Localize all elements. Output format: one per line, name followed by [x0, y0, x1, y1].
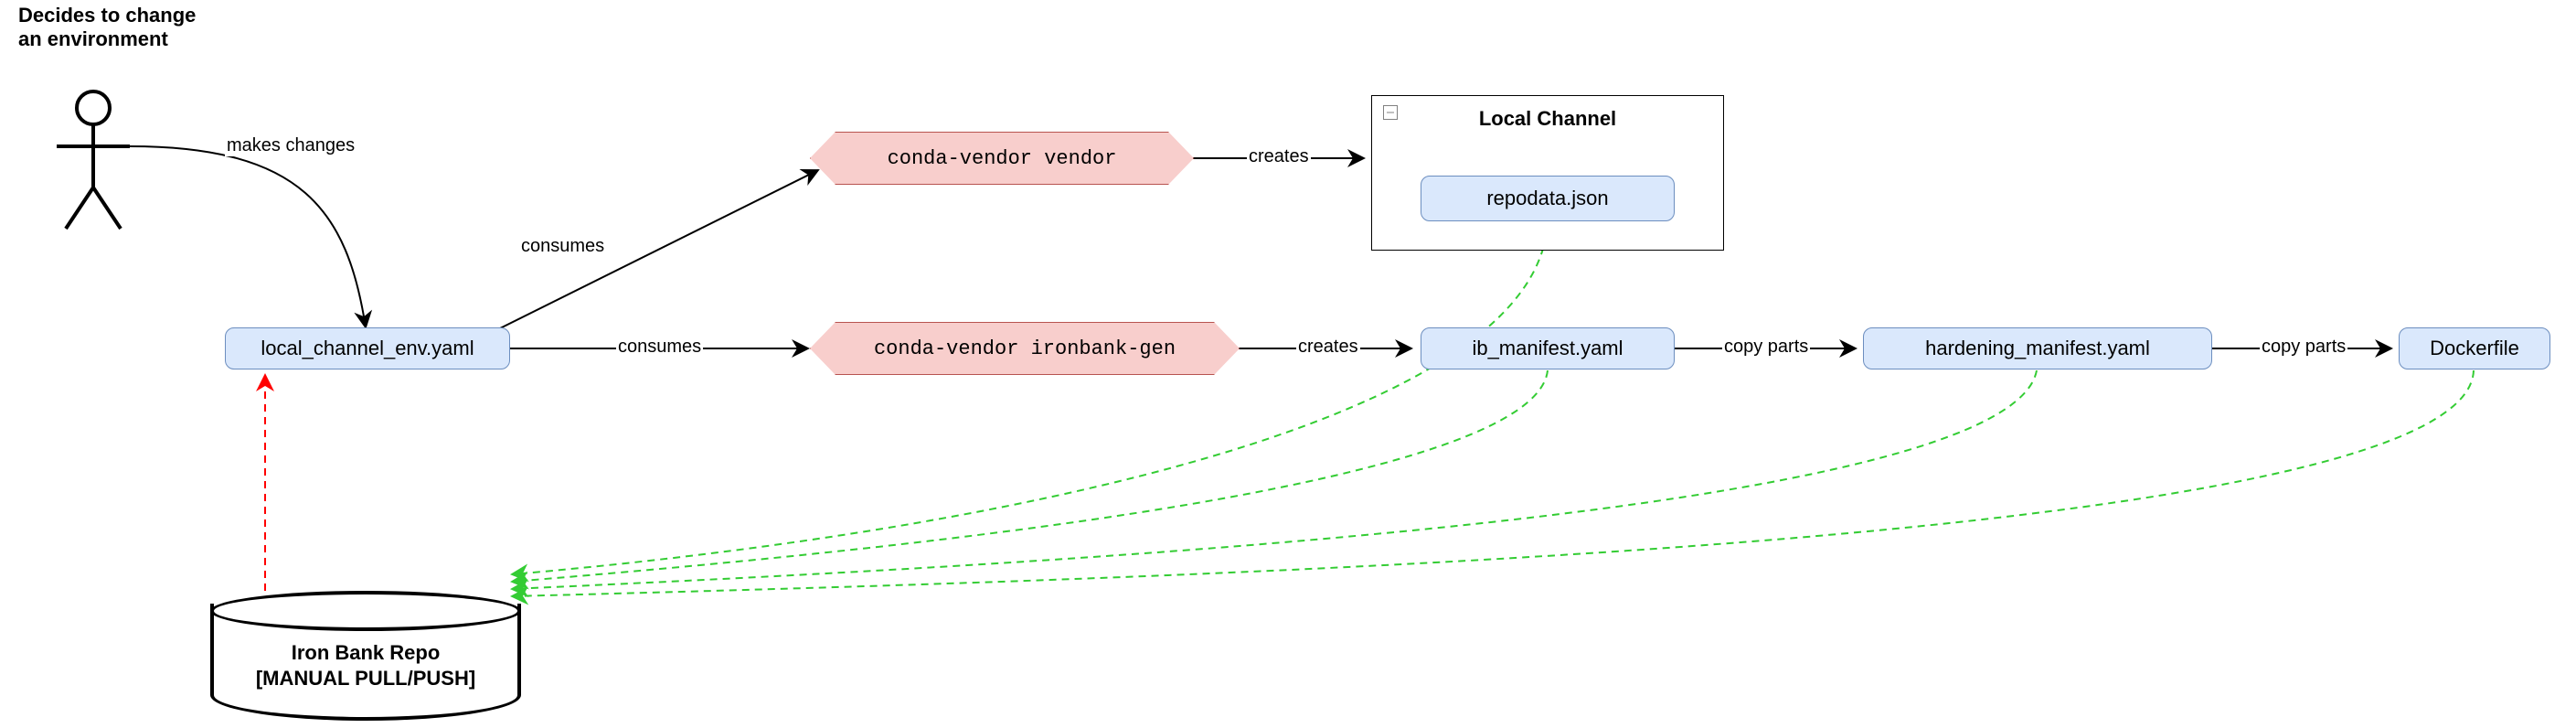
file-local-channel-env: local_channel_env.yaml: [225, 327, 510, 369]
edge-label-consumes-vendor: consumes: [519, 236, 606, 257]
edge-label-copy-parts-2: copy parts: [2260, 337, 2347, 358]
process-conda-vendor-ironbank-gen: conda-vendor ironbank-gen: [810, 322, 1240, 375]
file-dockerfile-label: Dockerfile: [2430, 337, 2519, 360]
file-local-channel-env-label: local_channel_env.yaml: [261, 337, 474, 360]
datastore-iron-bank-repo-lid: [210, 591, 521, 631]
file-hardening-manifest: hardening_manifest.yaml: [1863, 327, 2212, 369]
edge-label-makes-changes: makes changes: [225, 135, 357, 156]
edge-label-creates-ib-manifest: creates: [1296, 337, 1360, 358]
process-conda-vendor-ironbank-gen-label: conda-vendor ironbank-gen: [874, 337, 1176, 360]
file-ib-manifest: ib_manifest.yaml: [1421, 327, 1675, 369]
edge-label-copy-parts-1: copy parts: [1722, 337, 1810, 358]
container-local-channel-title: Local Channel: [1372, 107, 1723, 131]
datastore-iron-bank-repo-label: Iron Bank Repo [MANUAL PULL/PUSH]: [214, 640, 517, 691]
process-conda-vendor-vendor: conda-vendor vendor: [810, 132, 1194, 185]
container-local-channel: Local Channel: [1371, 95, 1724, 251]
edge-label-consumes-ironbank: consumes: [616, 337, 703, 358]
file-dockerfile: Dockerfile: [2399, 327, 2550, 369]
actor-title: Decides to change an environment: [18, 4, 196, 52]
file-ib-manifest-label: ib_manifest.yaml: [1472, 337, 1623, 360]
edge-label-creates-local-channel: creates: [1247, 146, 1311, 167]
process-conda-vendor-vendor-label: conda-vendor vendor: [888, 147, 1117, 170]
file-repodata-json-label: repodata.json: [1486, 187, 1608, 210]
file-repodata-json: repodata.json: [1421, 176, 1675, 221]
file-hardening-manifest-label: hardening_manifest.yaml: [1925, 337, 2150, 360]
